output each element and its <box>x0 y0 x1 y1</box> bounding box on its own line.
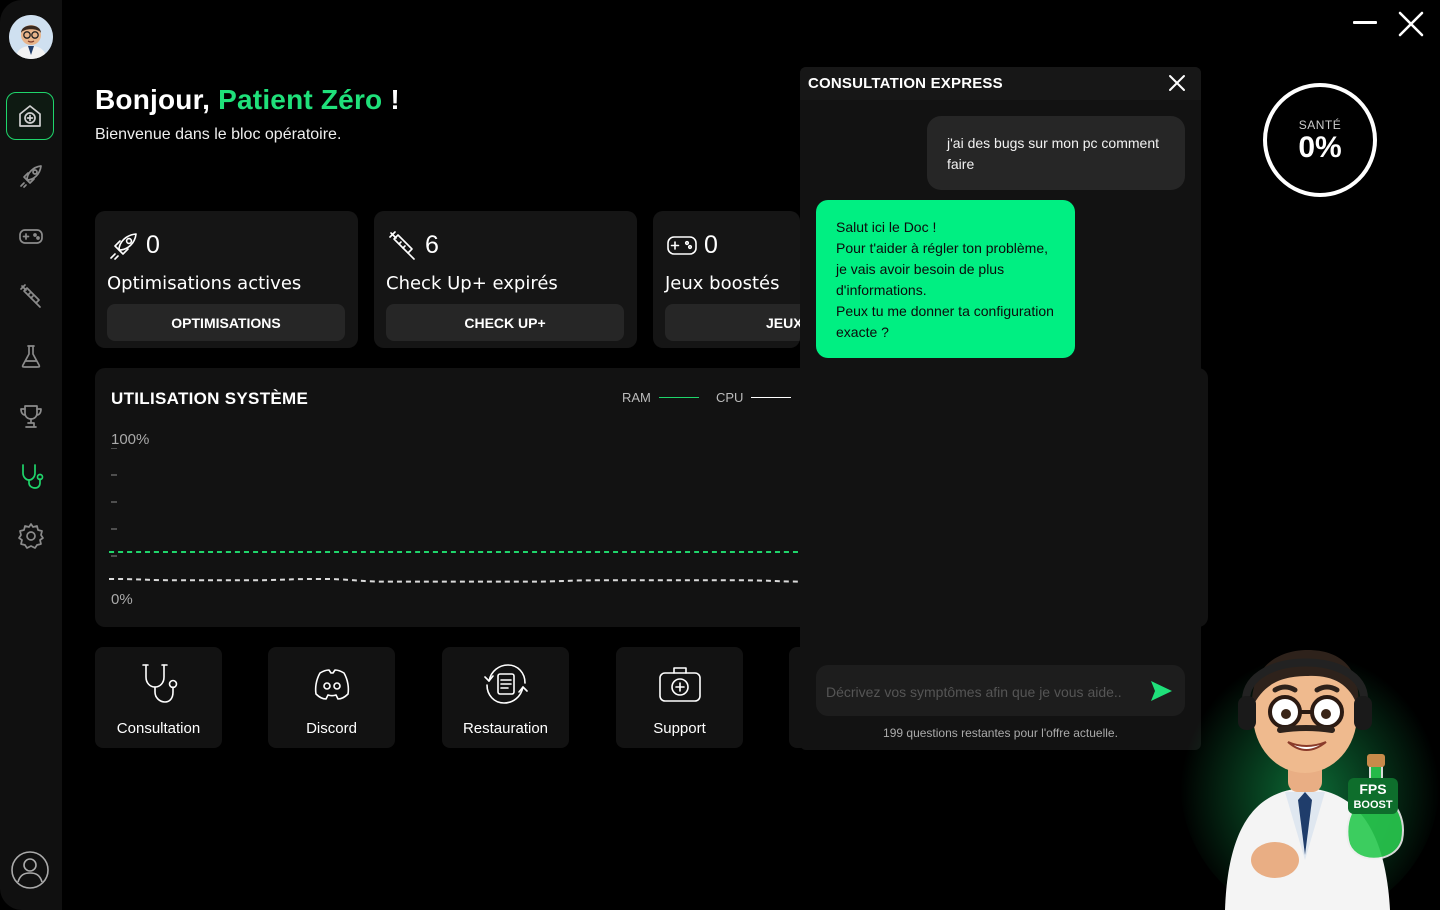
fps-boost-badge: FPS BOOST <box>1348 778 1398 814</box>
chat-title: CONSULTATION EXPRESS <box>808 75 1003 92</box>
gear-icon <box>16 521 46 551</box>
games-button[interactable]: JEUX <box>665 304 800 341</box>
user-name: Patient Zéro <box>218 84 383 115</box>
checkup-button[interactable]: CHECK UP+ <box>386 304 624 341</box>
symptoms-input[interactable] <box>824 665 1146 718</box>
greeting-suffix: ! <box>390 84 400 115</box>
support-action[interactable]: Support <box>616 647 743 748</box>
series-line-cpu <box>109 577 809 583</box>
system-usage-title: UTILISATION SYSTÈME <box>111 389 309 408</box>
app-logo-avatar[interactable] <box>9 15 53 59</box>
bot-message: Salut ici le Doc ! Pour t'aider à régler… <box>816 200 1075 358</box>
chat-close-button[interactable] <box>1166 72 1188 94</box>
discord-label: Discord <box>306 720 357 737</box>
send-icon <box>1151 681 1172 701</box>
y-axis-max-label: 100% <box>111 431 150 448</box>
bot-message-text: Salut ici le Doc ! Pour t'aider à régler… <box>836 219 1054 340</box>
sidebar-item-settings[interactable] <box>7 512 55 560</box>
health-gauge: SANTÉ 0% <box>1263 83 1377 197</box>
flask-icon <box>16 341 46 371</box>
minimize-button[interactable] <box>1353 21 1377 24</box>
gamepad-icon <box>665 228 699 262</box>
restauration-label: Restauration <box>462 720 549 737</box>
sidebar <box>0 0 62 910</box>
legend-ram: RAM <box>622 390 699 405</box>
health-label: SANTÉ <box>1298 118 1342 132</box>
health-value: 0% <box>1298 131 1342 164</box>
stat-count: 6 <box>425 231 439 259</box>
games-button-label: JEUX <box>766 315 800 331</box>
user-profile-icon <box>10 850 50 890</box>
close-icon <box>1166 72 1188 94</box>
home-plus-icon <box>15 101 45 131</box>
syringe-icon <box>16 281 46 311</box>
profile-button[interactable] <box>10 850 50 890</box>
app-window: Bonjour, Patient Zéro ! Bienvenue dans l… <box>0 0 1440 910</box>
restore-icon <box>481 659 531 709</box>
sidebar-item-consultation[interactable] <box>7 452 55 500</box>
greeting-prefix: Bonjour, <box>95 84 211 115</box>
stat-card-optimisations: 0 Optimisations actives OPTIMISATIONS <box>95 211 358 348</box>
badge-line-1: FPS <box>1359 781 1386 797</box>
optimisations-button[interactable]: OPTIMISATIONS <box>107 304 345 341</box>
legend-cpu-swatch <box>751 396 792 399</box>
stat-label: Jeux boostés <box>665 273 780 294</box>
sidebar-item-lab[interactable] <box>7 332 55 380</box>
discord-icon <box>307 659 357 709</box>
sidebar-item-games[interactable] <box>7 212 55 260</box>
rocket-icon <box>107 228 141 262</box>
consultation-chat-panel: CONSULTATION EXPRESS j'ai des bugs sur m… <box>800 67 1201 750</box>
send-button[interactable] <box>1148 678 1174 704</box>
legend-cpu: CPU <box>716 390 792 405</box>
support-label: Support <box>653 720 706 737</box>
sidebar-item-home[interactable] <box>6 92 54 140</box>
chat-header: CONSULTATION EXPRESS <box>800 67 1201 100</box>
sidebar-item-optimisations[interactable] <box>7 152 55 200</box>
consultation-label: Consultation <box>116 720 201 737</box>
stat-count: 0 <box>704 231 718 259</box>
stethoscope-icon <box>16 461 46 491</box>
consultation-action[interactable]: Consultation <box>95 647 222 748</box>
trophy-icon <box>16 401 46 431</box>
stat-label: Optimisations actives <box>107 273 302 294</box>
stat-count: 0 <box>146 231 160 259</box>
greeting-subtitle: Bienvenue dans le bloc opératoire. <box>95 126 342 143</box>
remaining-questions: 199 questions restantes pour l'offre act… <box>883 726 1118 740</box>
legend-ram-swatch <box>658 396 699 399</box>
first-aid-kit-icon <box>655 659 705 709</box>
badge-line-2: BOOST <box>1353 799 1392 811</box>
sidebar-item-checkup[interactable] <box>7 272 55 320</box>
user-message: j'ai des bugs sur mon pc comment faire <box>927 116 1185 190</box>
stat-label: Check Up+ expirés <box>386 273 558 294</box>
sidebar-item-rewards[interactable] <box>7 392 55 440</box>
stethoscope-icon <box>134 659 184 709</box>
y-axis-min-label: 0% <box>111 591 133 608</box>
rocket-icon <box>16 161 46 191</box>
close-icon <box>1397 10 1425 38</box>
greeting-title: Bonjour, Patient Zéro ! <box>95 84 400 116</box>
legend-ram-label: RAM <box>622 390 651 405</box>
usage-line-chart <box>109 448 809 583</box>
gamepad-icon <box>16 221 46 251</box>
syringe-icon <box>386 228 420 262</box>
chat-input-box <box>816 665 1185 718</box>
stat-card-games: 0 Jeux boostés JEUX <box>653 211 800 348</box>
restauration-action[interactable]: Restauration <box>442 647 569 748</box>
discord-action[interactable]: Discord <box>268 647 395 748</box>
doctor-mascot: FPS BOOST <box>1180 620 1440 910</box>
close-window-button[interactable] <box>1397 10 1425 38</box>
stat-card-checkup: 6 Check Up+ expirés CHECK UP+ <box>374 211 637 348</box>
legend-cpu-label: CPU <box>716 390 744 405</box>
